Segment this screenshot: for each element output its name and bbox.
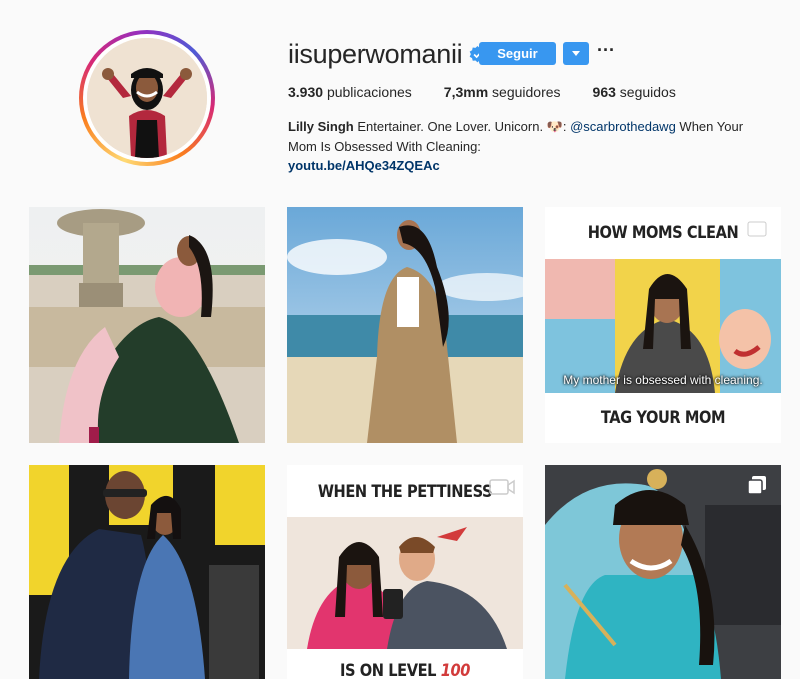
more-options-icon[interactable]: ···: [597, 40, 615, 61]
follow-button[interactable]: Seguir: [479, 42, 556, 65]
video-top-caption: WHEN THE PETTINESS: [317, 482, 493, 502]
carousel-icon: [747, 476, 766, 495]
post-photo: [545, 465, 781, 679]
bio-external-link[interactable]: youtu.be/AHQe34ZQEAc: [288, 156, 768, 176]
level-number: 100: [440, 661, 471, 679]
followers-count[interactable]: 7,3mm seguidores: [444, 84, 561, 100]
username-row: iisuperwomanii: [288, 38, 486, 70]
post-photo: [29, 207, 265, 443]
profile-avatar-ring[interactable]: [79, 30, 215, 166]
avatar[interactable]: [87, 38, 207, 158]
bio-text: Entertainer. One Lover. Unicorn. 🐶:: [357, 119, 571, 134]
bio-mention-link[interactable]: @scarbrothedawg: [570, 119, 676, 134]
post-tile-2[interactable]: [287, 207, 523, 443]
video-subtitle: My mother is obsessed with cleaning.: [563, 373, 763, 387]
post-tile-3[interactable]: HOW MOMS CLEAN My mother is obsessed wit…: [545, 207, 781, 443]
post-photo: [29, 465, 265, 679]
video-icon: [489, 479, 515, 495]
video-bottom-caption: IS ON LEVEL 100: [340, 661, 471, 679]
avatar-photo: [87, 38, 207, 158]
posts-count: 3.930 publicaciones: [288, 84, 412, 100]
video-icon: [747, 221, 773, 237]
profile-stats: 3.930 publicaciones 7,3mm seguidores 963…: [288, 84, 708, 100]
profile-full-name: Lilly Singh: [288, 119, 354, 134]
suggestions-dropdown-button[interactable]: [563, 42, 589, 65]
post-tile-1[interactable]: [29, 207, 265, 443]
post-tile-5[interactable]: WHEN THE PETTINESS IS ON LEVEL 100: [287, 465, 523, 679]
post-tile-4[interactable]: [29, 465, 265, 679]
chevron-down-icon: [572, 51, 580, 56]
following-count[interactable]: 963 seguidos: [593, 84, 676, 100]
username: iisuperwomanii: [288, 38, 463, 69]
profile-bio: Lilly Singh Entertainer. One Lover. Unic…: [288, 117, 768, 176]
post-tile-6[interactable]: [545, 465, 781, 679]
video-frame: [287, 517, 523, 649]
post-photo: [287, 207, 523, 443]
video-bottom-caption: TAG YOUR MOM: [600, 408, 726, 428]
video-top-caption: HOW MOMS CLEAN: [587, 223, 739, 243]
